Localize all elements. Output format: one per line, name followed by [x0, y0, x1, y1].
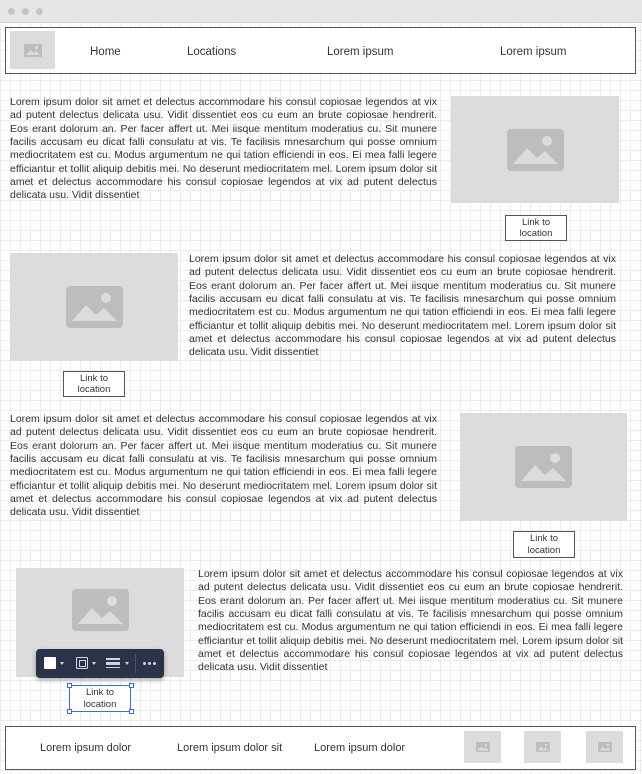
footer-link[interactable]: Lorem ipsum dolor: [314, 742, 405, 754]
resize-handle[interactable]: [129, 709, 134, 714]
resize-handle[interactable]: [67, 683, 72, 688]
image-icon: [23, 43, 42, 57]
resize-handle[interactable]: [67, 709, 72, 714]
footer-image-placeholder: [524, 731, 561, 763]
location-image-placeholder: [460, 413, 627, 521]
image-icon: [506, 128, 564, 171]
window-dot: [8, 8, 15, 15]
resize-handle[interactable]: [129, 683, 134, 688]
nav-lorem-ipsum[interactable]: Lorem ipsum: [327, 46, 393, 58]
link-to-location-button[interactable]: Link to location: [63, 371, 125, 397]
link-to-location-button[interactable]: Link to location: [69, 685, 131, 712]
image-icon: [535, 742, 550, 752]
image-icon: [597, 742, 612, 752]
window-dot: [22, 8, 29, 15]
footer-link[interactable]: Lorem ipsum dolor: [40, 742, 131, 754]
border-style-icon[interactable]: [76, 656, 98, 671]
footer-link[interactable]: Lorem ipsum dolor sit: [177, 742, 282, 754]
section-text: Lorem ipsum dolor sit amet et delectus a…: [10, 413, 437, 519]
image-icon: [475, 742, 490, 752]
footer-image-placeholder: [464, 731, 501, 763]
window-titlebar: [0, 0, 642, 23]
toolbar-separator: [135, 654, 136, 673]
image-icon: [71, 589, 129, 631]
section-text: Lorem ipsum dolor sit amet et delectus a…: [198, 568, 623, 674]
image-icon: [515, 446, 572, 488]
location-image-placeholder: [451, 96, 619, 203]
footer-image-placeholder: [586, 731, 623, 763]
section-text: Lorem ipsum dolor sit amet et delectus a…: [10, 96, 437, 202]
format-toolbar: [36, 649, 164, 678]
logo-image-placeholder: [10, 31, 55, 69]
link-to-location-button[interactable]: Link to location: [505, 215, 567, 241]
nav-lorem-ipsum[interactable]: Lorem ipsum: [500, 46, 566, 58]
more-options-icon[interactable]: [143, 656, 157, 671]
link-to-location-button[interactable]: Link to location: [513, 531, 575, 558]
location-image-placeholder: [10, 253, 178, 361]
line-style-icon[interactable]: [106, 656, 132, 671]
section-text: Lorem ipsum dolor sit amet et delectus a…: [189, 253, 616, 359]
window-dot: [36, 8, 43, 15]
nav-home[interactable]: Home: [90, 46, 121, 58]
fill-color-icon[interactable]: [44, 656, 66, 671]
image-icon: [65, 286, 123, 328]
nav-locations[interactable]: Locations: [187, 46, 236, 58]
